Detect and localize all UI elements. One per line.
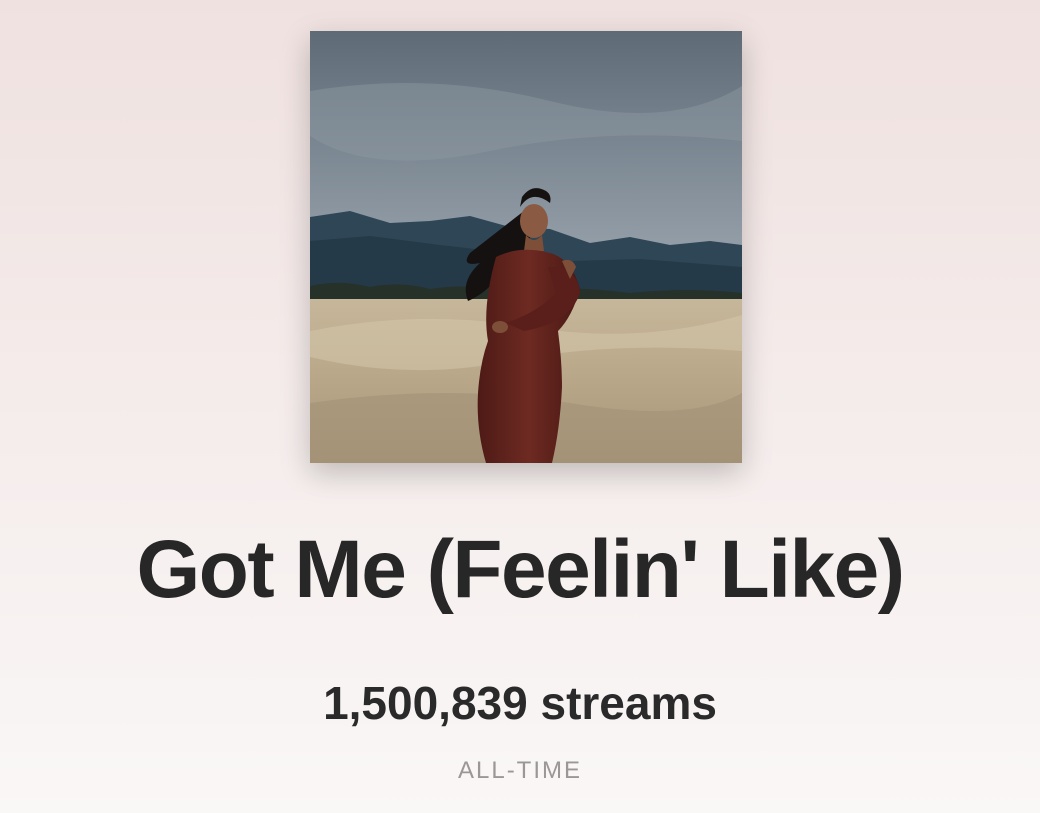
period-label: ALL-TIME [457, 757, 583, 784]
album-cover-art [310, 31, 742, 463]
track-title: Got Me (Feelin' Like) [136, 524, 905, 615]
stream-count: 1,500,839 streams [323, 677, 717, 729]
album-cover [310, 31, 742, 463]
